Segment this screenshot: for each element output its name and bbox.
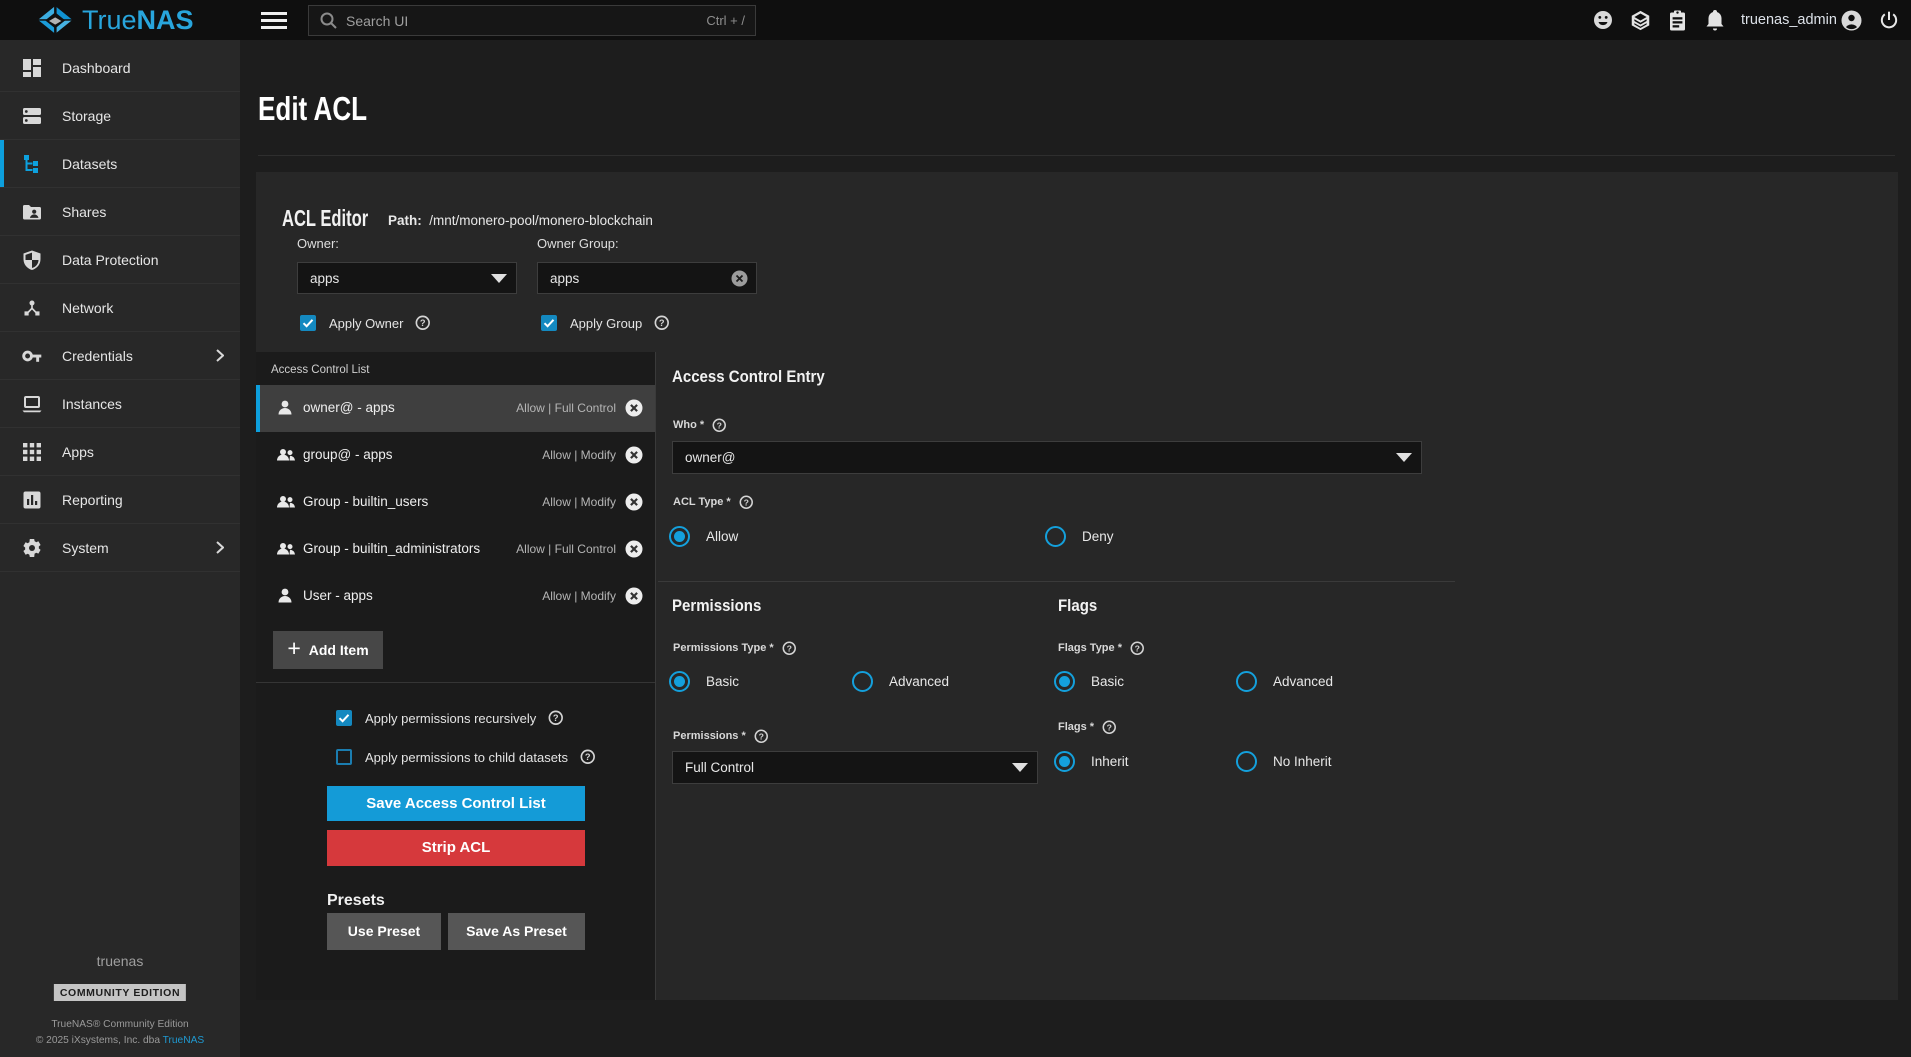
- svg-text:?: ?: [585, 752, 591, 762]
- svg-text:?: ?: [758, 731, 763, 741]
- svg-text:?: ?: [786, 643, 791, 653]
- svg-text:?: ?: [553, 713, 559, 723]
- svg-text:?: ?: [659, 318, 665, 328]
- svg-text:?: ?: [1135, 643, 1140, 653]
- svg-text:?: ?: [717, 420, 722, 430]
- svg-text:?: ?: [420, 318, 426, 328]
- svg-text:?: ?: [1107, 722, 1112, 732]
- svg-text:?: ?: [743, 497, 748, 507]
